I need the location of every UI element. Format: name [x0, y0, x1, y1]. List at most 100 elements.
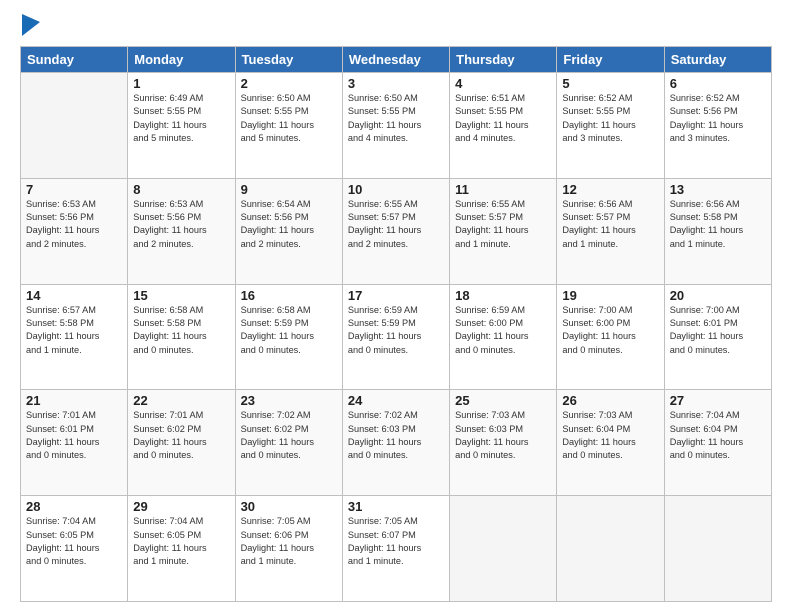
- calendar-cell: 7Sunrise: 6:53 AM Sunset: 5:56 PM Daylig…: [21, 178, 128, 284]
- column-header-thursday: Thursday: [450, 47, 557, 73]
- calendar-week-row: 21Sunrise: 7:01 AM Sunset: 6:01 PM Dayli…: [21, 390, 772, 496]
- day-number: 12: [562, 182, 658, 197]
- calendar-cell: 12Sunrise: 6:56 AM Sunset: 5:57 PM Dayli…: [557, 178, 664, 284]
- day-number: 29: [133, 499, 229, 514]
- calendar-cell: 20Sunrise: 7:00 AM Sunset: 6:01 PM Dayli…: [664, 284, 771, 390]
- day-number: 4: [455, 76, 551, 91]
- day-number: 28: [26, 499, 122, 514]
- day-number: 11: [455, 182, 551, 197]
- day-number: 10: [348, 182, 444, 197]
- day-info: Sunrise: 7:01 AM Sunset: 6:02 PM Dayligh…: [133, 409, 229, 462]
- calendar-cell: 28Sunrise: 7:04 AM Sunset: 6:05 PM Dayli…: [21, 496, 128, 602]
- calendar-cell: 30Sunrise: 7:05 AM Sunset: 6:06 PM Dayli…: [235, 496, 342, 602]
- day-number: 20: [670, 288, 766, 303]
- day-number: 21: [26, 393, 122, 408]
- day-number: 27: [670, 393, 766, 408]
- day-number: 24: [348, 393, 444, 408]
- day-info: Sunrise: 7:04 AM Sunset: 6:05 PM Dayligh…: [26, 515, 122, 568]
- calendar-cell: 23Sunrise: 7:02 AM Sunset: 6:02 PM Dayli…: [235, 390, 342, 496]
- calendar-cell: 18Sunrise: 6:59 AM Sunset: 6:00 PM Dayli…: [450, 284, 557, 390]
- day-number: 22: [133, 393, 229, 408]
- calendar-week-row: 1Sunrise: 6:49 AM Sunset: 5:55 PM Daylig…: [21, 73, 772, 179]
- day-info: Sunrise: 7:04 AM Sunset: 6:04 PM Dayligh…: [670, 409, 766, 462]
- logo: [20, 18, 40, 36]
- calendar-cell: 1Sunrise: 6:49 AM Sunset: 5:55 PM Daylig…: [128, 73, 235, 179]
- calendar-cell: 6Sunrise: 6:52 AM Sunset: 5:56 PM Daylig…: [664, 73, 771, 179]
- column-header-wednesday: Wednesday: [342, 47, 449, 73]
- calendar-cell: 2Sunrise: 6:50 AM Sunset: 5:55 PM Daylig…: [235, 73, 342, 179]
- calendar-page: SundayMondayTuesdayWednesdayThursdayFrid…: [0, 0, 792, 612]
- day-number: 30: [241, 499, 337, 514]
- calendar-cell: 25Sunrise: 7:03 AM Sunset: 6:03 PM Dayli…: [450, 390, 557, 496]
- day-number: 7: [26, 182, 122, 197]
- calendar-cell: 13Sunrise: 6:56 AM Sunset: 5:58 PM Dayli…: [664, 178, 771, 284]
- calendar-cell: [664, 496, 771, 602]
- day-info: Sunrise: 6:53 AM Sunset: 5:56 PM Dayligh…: [133, 198, 229, 251]
- day-info: Sunrise: 6:59 AM Sunset: 5:59 PM Dayligh…: [348, 304, 444, 357]
- day-number: 8: [133, 182, 229, 197]
- calendar-cell: 4Sunrise: 6:51 AM Sunset: 5:55 PM Daylig…: [450, 73, 557, 179]
- calendar-cell: 24Sunrise: 7:02 AM Sunset: 6:03 PM Dayli…: [342, 390, 449, 496]
- day-number: 31: [348, 499, 444, 514]
- day-info: Sunrise: 6:59 AM Sunset: 6:00 PM Dayligh…: [455, 304, 551, 357]
- day-info: Sunrise: 6:58 AM Sunset: 5:58 PM Dayligh…: [133, 304, 229, 357]
- day-info: Sunrise: 6:53 AM Sunset: 5:56 PM Dayligh…: [26, 198, 122, 251]
- calendar-cell: 22Sunrise: 7:01 AM Sunset: 6:02 PM Dayli…: [128, 390, 235, 496]
- day-info: Sunrise: 6:52 AM Sunset: 5:55 PM Dayligh…: [562, 92, 658, 145]
- day-info: Sunrise: 7:00 AM Sunset: 6:01 PM Dayligh…: [670, 304, 766, 357]
- day-info: Sunrise: 6:55 AM Sunset: 5:57 PM Dayligh…: [455, 198, 551, 251]
- calendar-cell: [557, 496, 664, 602]
- header: [20, 18, 772, 36]
- calendar-week-row: 7Sunrise: 6:53 AM Sunset: 5:56 PM Daylig…: [21, 178, 772, 284]
- day-number: 15: [133, 288, 229, 303]
- day-number: 9: [241, 182, 337, 197]
- calendar-cell: 16Sunrise: 6:58 AM Sunset: 5:59 PM Dayli…: [235, 284, 342, 390]
- day-info: Sunrise: 7:03 AM Sunset: 6:04 PM Dayligh…: [562, 409, 658, 462]
- day-number: 18: [455, 288, 551, 303]
- calendar-cell: 31Sunrise: 7:05 AM Sunset: 6:07 PM Dayli…: [342, 496, 449, 602]
- column-header-tuesday: Tuesday: [235, 47, 342, 73]
- calendar-cell: 11Sunrise: 6:55 AM Sunset: 5:57 PM Dayli…: [450, 178, 557, 284]
- column-header-monday: Monday: [128, 47, 235, 73]
- day-number: 2: [241, 76, 337, 91]
- calendar-cell: 10Sunrise: 6:55 AM Sunset: 5:57 PM Dayli…: [342, 178, 449, 284]
- calendar-cell: 14Sunrise: 6:57 AM Sunset: 5:58 PM Dayli…: [21, 284, 128, 390]
- day-info: Sunrise: 7:04 AM Sunset: 6:05 PM Dayligh…: [133, 515, 229, 568]
- calendar-cell: 27Sunrise: 7:04 AM Sunset: 6:04 PM Dayli…: [664, 390, 771, 496]
- calendar-cell: 15Sunrise: 6:58 AM Sunset: 5:58 PM Dayli…: [128, 284, 235, 390]
- day-info: Sunrise: 7:05 AM Sunset: 6:06 PM Dayligh…: [241, 515, 337, 568]
- calendar-cell: 9Sunrise: 6:54 AM Sunset: 5:56 PM Daylig…: [235, 178, 342, 284]
- calendar-cell: 5Sunrise: 6:52 AM Sunset: 5:55 PM Daylig…: [557, 73, 664, 179]
- calendar-cell: [21, 73, 128, 179]
- day-number: 16: [241, 288, 337, 303]
- day-info: Sunrise: 6:49 AM Sunset: 5:55 PM Dayligh…: [133, 92, 229, 145]
- day-number: 13: [670, 182, 766, 197]
- logo-icon: [22, 14, 40, 36]
- calendar-cell: 21Sunrise: 7:01 AM Sunset: 6:01 PM Dayli…: [21, 390, 128, 496]
- calendar-cell: 29Sunrise: 7:04 AM Sunset: 6:05 PM Dayli…: [128, 496, 235, 602]
- calendar-week-row: 14Sunrise: 6:57 AM Sunset: 5:58 PM Dayli…: [21, 284, 772, 390]
- calendar-cell: 8Sunrise: 6:53 AM Sunset: 5:56 PM Daylig…: [128, 178, 235, 284]
- day-info: Sunrise: 6:51 AM Sunset: 5:55 PM Dayligh…: [455, 92, 551, 145]
- column-header-saturday: Saturday: [664, 47, 771, 73]
- day-info: Sunrise: 6:56 AM Sunset: 5:57 PM Dayligh…: [562, 198, 658, 251]
- calendar-header-row: SundayMondayTuesdayWednesdayThursdayFrid…: [21, 47, 772, 73]
- day-number: 26: [562, 393, 658, 408]
- calendar-week-row: 28Sunrise: 7:04 AM Sunset: 6:05 PM Dayli…: [21, 496, 772, 602]
- day-info: Sunrise: 7:01 AM Sunset: 6:01 PM Dayligh…: [26, 409, 122, 462]
- calendar-cell: [450, 496, 557, 602]
- day-info: Sunrise: 7:00 AM Sunset: 6:00 PM Dayligh…: [562, 304, 658, 357]
- day-info: Sunrise: 6:50 AM Sunset: 5:55 PM Dayligh…: [348, 92, 444, 145]
- day-info: Sunrise: 6:56 AM Sunset: 5:58 PM Dayligh…: [670, 198, 766, 251]
- day-number: 1: [133, 76, 229, 91]
- day-number: 19: [562, 288, 658, 303]
- day-info: Sunrise: 7:02 AM Sunset: 6:02 PM Dayligh…: [241, 409, 337, 462]
- day-info: Sunrise: 6:52 AM Sunset: 5:56 PM Dayligh…: [670, 92, 766, 145]
- day-number: 6: [670, 76, 766, 91]
- day-number: 17: [348, 288, 444, 303]
- day-info: Sunrise: 7:02 AM Sunset: 6:03 PM Dayligh…: [348, 409, 444, 462]
- calendar-cell: 17Sunrise: 6:59 AM Sunset: 5:59 PM Dayli…: [342, 284, 449, 390]
- column-header-sunday: Sunday: [21, 47, 128, 73]
- day-number: 3: [348, 76, 444, 91]
- day-info: Sunrise: 6:55 AM Sunset: 5:57 PM Dayligh…: [348, 198, 444, 251]
